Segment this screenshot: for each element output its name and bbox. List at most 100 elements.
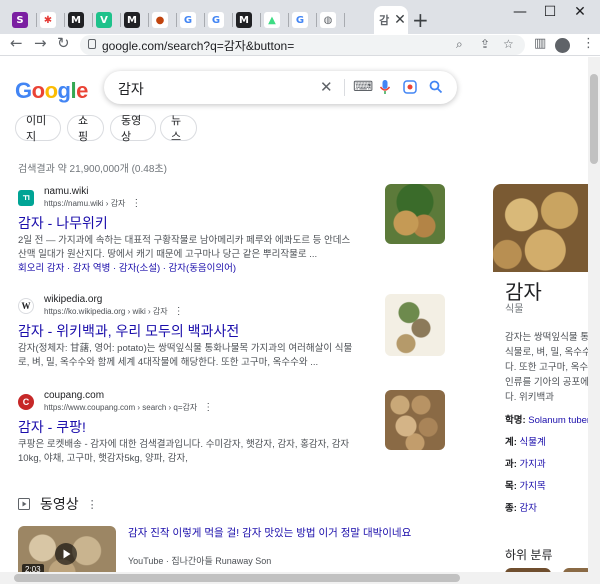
desc-line[interactable]: 다. 위키백과 bbox=[505, 390, 588, 405]
desc-line: 인류를 기아의 공포에 bbox=[505, 377, 588, 388]
search-input[interactable]: 감자 bbox=[118, 79, 144, 99]
tab-active[interactable]: 감 ✕ bbox=[374, 6, 408, 34]
result-snippet: 2일 전 — 가지과에 속하는 대표적 구황작물로 남아메리카 페루와 에콰도르… bbox=[18, 234, 378, 262]
snippet-line: 쿠팡은 로켓배송 - 감자에 대한 검색결과입니다. 수미감자, 햇감자, 감자… bbox=[18, 439, 350, 450]
menu-icon[interactable]: ⋮ bbox=[582, 36, 595, 51]
video-thumbnail[interactable]: 2:03 bbox=[18, 526, 116, 572]
tab-g3[interactable]: G bbox=[286, 6, 314, 34]
result-sitelinks[interactable]: 회오리 감자 · 감자 역병 · 감자(소설) · 감자(동음이의어) bbox=[18, 262, 378, 276]
knowledge-image[interactable] bbox=[493, 184, 588, 272]
forward-button[interactable]: → bbox=[34, 34, 47, 52]
result-title[interactable]: 감자 - 나무위키 bbox=[18, 214, 378, 232]
desc-line: 감자는 쌍떡잎식물 통화 bbox=[505, 332, 588, 343]
lens-icon[interactable] bbox=[403, 80, 417, 94]
google-logo[interactable]: Google bbox=[15, 78, 88, 104]
browser-toolbar: ← → ↻ google.com/search?q=감자&button= ⌕ ⇪… bbox=[0, 34, 600, 56]
tab-m3[interactable]: M bbox=[230, 6, 258, 34]
fact-value[interactable]: 감자 bbox=[520, 503, 537, 514]
fact-value[interactable]: Solanum tuberosum bbox=[528, 415, 588, 426]
result-thumbnail[interactable] bbox=[385, 294, 445, 356]
search-result: W wikipedia.org https://ko.wikipedia.org… bbox=[18, 294, 378, 370]
result-site[interactable]: coupang.com bbox=[44, 390, 213, 402]
search-page: Google 감자 ✕ ⌨ 이미지 쇼핑 동영상 뉴스 검색결과 약 21,90… bbox=[0, 57, 588, 572]
chip-shopping[interactable]: 쇼핑 bbox=[67, 115, 104, 143]
sidepanel-icon[interactable]: ▥ bbox=[534, 36, 546, 51]
search-box[interactable]: 감자 ✕ ⌨ bbox=[104, 71, 457, 104]
vertical-scroll-thumb[interactable] bbox=[590, 74, 598, 164]
share-icon[interactable]: ⇪ bbox=[480, 37, 490, 51]
video-source: YouTube bbox=[128, 556, 164, 566]
minimize-button[interactable]: — bbox=[505, 4, 535, 20]
tab-m1[interactable]: M bbox=[62, 6, 90, 34]
result-title[interactable]: 감자 - 쿠팡! bbox=[18, 418, 378, 436]
result-title[interactable]: 감자 - 위키백과, 우리 모두의 백과사전 bbox=[18, 322, 378, 340]
profile-avatar[interactable] bbox=[555, 38, 570, 53]
result-site[interactable]: wikipedia.org bbox=[44, 294, 184, 306]
tab-face[interactable]: ● bbox=[146, 6, 174, 34]
back-button[interactable]: ← bbox=[10, 34, 23, 52]
tab-asterisk-favicon: ✱ bbox=[40, 12, 56, 28]
tab-m2[interactable]: M bbox=[118, 6, 146, 34]
desc-line: 식물로, 벼, 밀, 옥수수 bbox=[505, 347, 588, 358]
address-url[interactable]: google.com/search?q=감자&button= bbox=[102, 37, 294, 54]
result-url[interactable]: https://namu.wiki › 감자 ⋮ bbox=[44, 198, 141, 209]
tab-m1-favicon: M bbox=[68, 12, 84, 28]
lock-icon bbox=[88, 39, 96, 49]
fact-label: 학명: bbox=[505, 415, 526, 426]
result-url[interactable]: https://www.coupang.com › search › q=감자 ⋮ bbox=[44, 402, 213, 413]
result-site[interactable]: namu.wiki bbox=[44, 186, 141, 198]
keyboard-icon[interactable]: ⌨ bbox=[353, 78, 373, 95]
videos-heading: 동영상 bbox=[40, 496, 79, 512]
result-thumbnail[interactable] bbox=[385, 184, 445, 244]
result-url[interactable]: https://ko.wikipedia.org › wiki › 감자 ⋮ bbox=[44, 306, 184, 317]
knowledge-fact: 학명: Solanum tuberosum bbox=[505, 412, 588, 426]
tab-g2[interactable]: G bbox=[202, 6, 230, 34]
address-bar[interactable]: google.com/search?q=감자&button= ⌕ ⇪ ☆ bbox=[80, 35, 525, 55]
result-thumbnail[interactable] bbox=[385, 390, 445, 450]
fact-label: 계: bbox=[505, 437, 517, 448]
chip-videos[interactable]: 동영상 bbox=[110, 115, 156, 143]
wikipedia-favicon: W bbox=[18, 297, 34, 314]
knowledge-fact: 과: 가지과 bbox=[505, 456, 546, 470]
namu-favicon: ㄲ bbox=[18, 189, 34, 206]
reload-button[interactable]: ↻ bbox=[57, 34, 70, 52]
play-icon[interactable] bbox=[55, 543, 77, 565]
window-close-button[interactable]: ✕ bbox=[565, 4, 595, 20]
tab-v[interactable]: V bbox=[90, 6, 118, 34]
tab-globe[interactable]: ◍ bbox=[314, 6, 342, 34]
zoom-icon[interactable]: ⌕ bbox=[456, 37, 463, 52]
tab-android-favicon: ▲ bbox=[264, 12, 280, 28]
fact-value[interactable]: 가지과 bbox=[520, 459, 546, 470]
horizontal-scroll-thumb[interactable] bbox=[14, 574, 460, 582]
tab-s[interactable]: S bbox=[6, 6, 34, 34]
more-options-icon[interactable]: ⋮ bbox=[174, 306, 184, 317]
tab-v-favicon: V bbox=[96, 12, 112, 28]
result-stats: 검색결과 약 21,900,000개 (0.48초) bbox=[18, 164, 167, 175]
chip-images[interactable]: 이미지 bbox=[15, 115, 61, 143]
clear-icon[interactable]: ✕ bbox=[320, 78, 333, 96]
mic-icon[interactable] bbox=[380, 80, 390, 95]
tab-close-icon[interactable]: ✕ bbox=[394, 12, 406, 28]
tab-asterisk[interactable]: ✱ bbox=[34, 6, 62, 34]
result-url-text[interactable]: https://www.coupang.com › search › q=감자 bbox=[44, 403, 197, 412]
knowledge-description: 감자는 쌍떡잎식물 통화 식물로, 벼, 밀, 옥수수 다. 또한 고구마, 옥… bbox=[505, 330, 588, 405]
fact-value[interactable]: 식물계 bbox=[520, 437, 546, 448]
more-options-icon[interactable]: ⋮ bbox=[131, 198, 141, 209]
snippet-line: 2일 전 — 가지과에 속하는 대표적 구황작물로 남아메리카 페루와 에콰도르… bbox=[18, 235, 351, 246]
active-tab-favicon: 감 bbox=[376, 12, 393, 28]
fact-value[interactable]: 가지목 bbox=[520, 481, 546, 492]
result-url-text[interactable]: https://ko.wikipedia.org › wiki › 감자 bbox=[44, 307, 168, 316]
more-options-icon[interactable]: ⋮ bbox=[87, 498, 98, 511]
tab-g1[interactable]: G bbox=[174, 6, 202, 34]
chip-news[interactable]: 뉴스 bbox=[160, 115, 197, 143]
video-title[interactable]: 감자 진작 이렇게 먹을 걸! 감자 맛있는 방법 이거 정말 대박이네요 bbox=[128, 525, 448, 540]
bookmark-star-icon[interactable]: ☆ bbox=[503, 37, 514, 51]
tab-android[interactable]: ▲ bbox=[258, 6, 286, 34]
new-tab-button[interactable]: + bbox=[412, 8, 429, 32]
video-duration: 2:03 bbox=[22, 564, 44, 572]
search-icon[interactable] bbox=[429, 80, 443, 94]
more-options-icon[interactable]: ⋮ bbox=[203, 402, 213, 413]
result-url-text[interactable]: https://namu.wiki › 감자 bbox=[44, 199, 125, 208]
videos-section-header: 동영상 ⋮ bbox=[18, 494, 98, 514]
maximize-button[interactable]: ☐ bbox=[535, 4, 565, 20]
